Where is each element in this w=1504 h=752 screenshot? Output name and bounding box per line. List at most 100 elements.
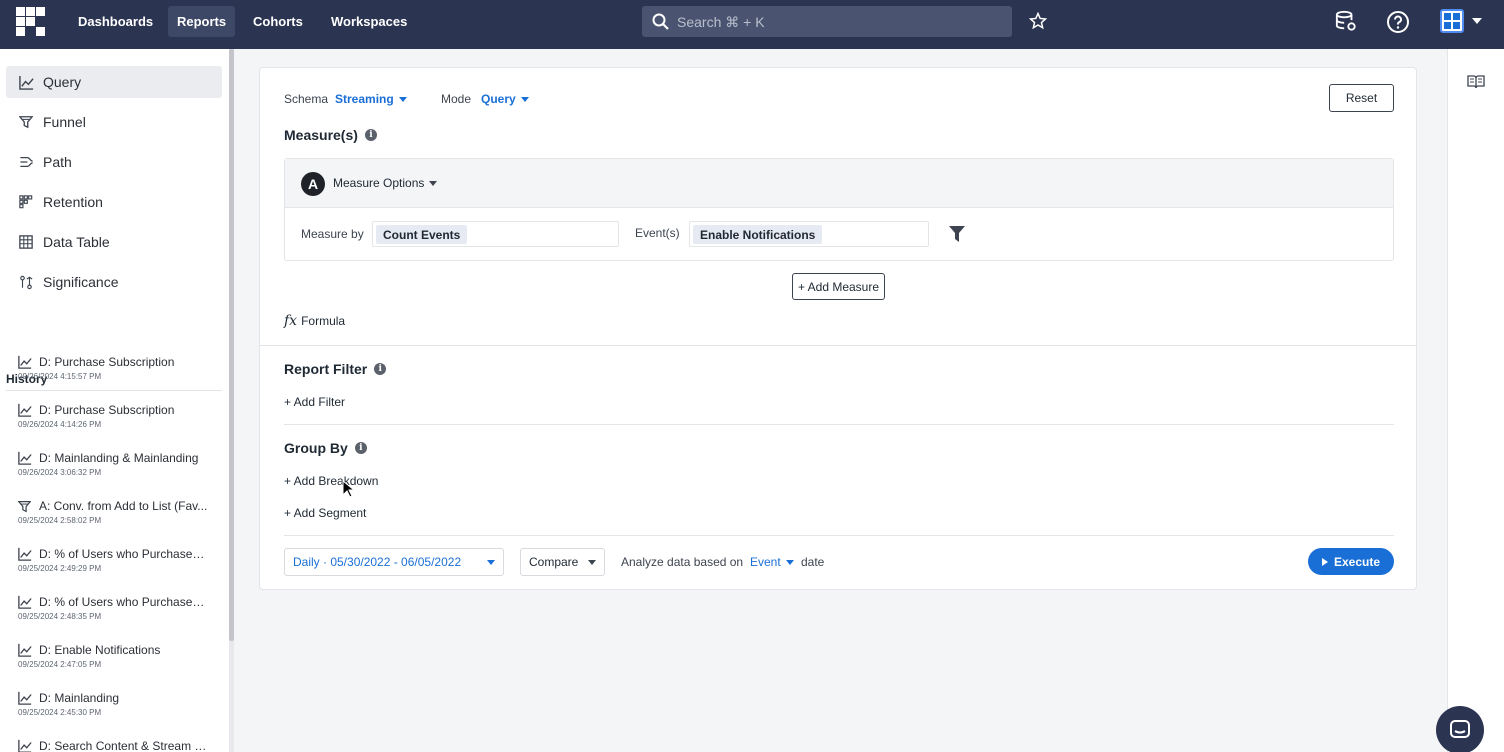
history-item-label: A: Conv. from Add to List (Fav... — [39, 499, 208, 513]
history-item-time: 09/26/2024 4:14:26 PM — [18, 420, 102, 429]
line-chart-icon — [18, 691, 32, 705]
history-item-time: 09/25/2024 2:49:29 PM — [18, 564, 102, 573]
event-chip[interactable]: Enable Notifications — [693, 225, 823, 244]
report-sidebar: Query Funnel Path Retention Data Table S… — [0, 49, 229, 752]
line-chart-icon — [18, 451, 32, 465]
report-filter-section-title: Report Filter i — [284, 361, 387, 377]
measure-options-dropdown[interactable]: Measure Options — [333, 176, 438, 190]
history-item-label: D: % of Users who Purchased ... — [39, 547, 211, 561]
sidebar-scrollbar[interactable] — [229, 49, 234, 752]
section-divider — [284, 535, 1394, 536]
history-item-time: 09/25/2024 2:48:35 PM — [18, 612, 102, 621]
chevron-down-icon — [487, 559, 495, 565]
history-item[interactable]: D: Purchase Subscription 09/26/2024 4:15… — [18, 355, 218, 381]
retention-icon — [18, 194, 34, 210]
schema-label: Schema — [284, 92, 329, 106]
analyze-basis-value: Event — [750, 555, 781, 569]
history-item[interactable]: D: % of Users who Purchased ... 09/25/20… — [18, 595, 218, 621]
chevron-down-icon — [785, 559, 794, 565]
scrollbar-thumb[interactable] — [229, 49, 234, 641]
filter-icon[interactable] — [949, 226, 965, 242]
execute-button[interactable]: Execute — [1308, 548, 1394, 575]
date-range-dropdown[interactable]: Daily · 05/30/2022 - 06/05/2022 — [284, 548, 504, 576]
chat-support-button[interactable] — [1436, 706, 1484, 752]
history-item-time: 09/25/2024 2:45:30 PM — [18, 708, 102, 717]
measure-header: A Measure Options — [285, 159, 1393, 208]
measure-by-chip[interactable]: Count Events — [376, 225, 468, 244]
sidebar-item-data-table[interactable]: Data Table — [6, 226, 222, 258]
info-icon[interactable]: i — [364, 129, 377, 141]
right-rail — [1447, 49, 1504, 752]
chevron-down-icon — [429, 180, 438, 186]
top-navbar: Dashboards Reports Cohorts Workspaces — [0, 0, 1504, 49]
add-breakdown-button[interactable]: + Add Breakdown — [284, 474, 378, 488]
book-icon[interactable] — [1467, 75, 1485, 89]
execute-label: Execute — [1333, 554, 1381, 569]
star-icon[interactable] — [1029, 12, 1047, 30]
measure-by-label: Measure by — [301, 227, 364, 241]
nav-cohorts[interactable]: Cohorts — [244, 6, 312, 37]
measures-section-title: Measure(s) i — [284, 127, 377, 143]
database-settings-icon[interactable] — [1335, 10, 1357, 32]
date-range-value: Daily · 05/30/2022 - 06/05/2022 — [293, 555, 462, 569]
info-icon[interactable]: i — [354, 442, 367, 454]
schema-value: Streaming — [335, 92, 394, 106]
group-by-section-title: Group By i — [284, 440, 367, 456]
history-item-time: 09/26/2024 3:06:32 PM — [18, 468, 102, 477]
search-input[interactable] — [677, 13, 997, 30]
line-chart-icon — [18, 74, 34, 90]
nav-dashboards[interactable]: Dashboards — [69, 6, 162, 37]
history-item-time: 09/25/2024 2:47:05 PM — [18, 660, 102, 669]
group-by-title: Group By — [284, 440, 348, 456]
measure-by-field[interactable]: Count Events — [372, 221, 619, 247]
chevron-down-icon[interactable] — [1472, 18, 1482, 24]
nav-reports[interactable]: Reports — [168, 6, 236, 37]
history-item[interactable]: D: Enable Notifications 09/25/2024 2:47:… — [18, 643, 218, 669]
history-item-time: 09/26/2024 4:15:57 PM — [18, 372, 102, 381]
add-segment-button[interactable]: + Add Segment — [284, 506, 366, 520]
funnel-icon — [18, 499, 32, 513]
sidebar-item-label: Funnel — [43, 114, 86, 130]
line-chart-icon — [18, 595, 32, 609]
compare-dropdown[interactable]: Compare — [520, 548, 605, 576]
history-item-label: D: Enable Notifications — [39, 643, 161, 657]
history-item-label: D: % of Users who Purchased ... — [39, 595, 211, 609]
events-field[interactable]: Enable Notifications — [689, 221, 929, 247]
sidebar-item-label: Retention — [43, 194, 103, 210]
section-divider — [284, 424, 1394, 425]
sidebar-item-funnel[interactable]: Funnel — [6, 106, 222, 138]
funnel-icon — [18, 114, 34, 130]
history-item[interactable]: D: Purchase Subscription 09/26/2024 4:14… — [18, 403, 218, 429]
history-item-label: D: Mainlanding — [39, 691, 120, 705]
sidebar-item-query[interactable]: Query — [6, 66, 222, 98]
info-icon[interactable]: i — [374, 363, 387, 375]
history-item-label: D: Purchase Subscription — [39, 355, 175, 369]
reset-button[interactable]: Reset — [1329, 84, 1394, 112]
mode-label: Mode — [441, 92, 472, 106]
history-item[interactable]: D: % of Users who Purchased ... 09/25/20… — [18, 547, 218, 573]
history-item[interactable]: D: Mainlanding 09/25/2024 2:45:30 PM — [18, 691, 218, 717]
sidebar-item-label: Data Table — [43, 234, 110, 250]
search-box[interactable] — [642, 6, 1012, 37]
sidebar-item-retention[interactable]: Retention — [6, 186, 222, 218]
history-item[interactable]: A: Conv. from Add to List (Fav... 09/25/… — [18, 499, 218, 525]
add-filter-button[interactable]: + Add Filter — [284, 395, 345, 409]
workspace-switcher-icon[interactable] — [1440, 9, 1464, 33]
help-icon[interactable] — [1386, 10, 1410, 34]
sidebar-item-path[interactable]: Path — [6, 146, 222, 178]
sidebar-item-label: Path — [43, 154, 72, 170]
schema-dropdown[interactable]: Streaming — [335, 92, 407, 106]
section-divider — [260, 345, 1416, 346]
history-item[interactable]: D: Mainlanding & Mainlanding 09/26/2024 … — [18, 451, 218, 477]
chat-icon — [1450, 720, 1470, 738]
app-logo-icon[interactable] — [16, 7, 45, 36]
line-chart-icon — [18, 355, 32, 369]
history-item[interactable]: D: Search Content & Stream C... — [18, 739, 218, 752]
sidebar-item-significance[interactable]: Significance — [6, 266, 222, 298]
analyze-basis-dropdown[interactable]: Event — [750, 555, 794, 569]
add-measure-button[interactable]: + Add Measure — [792, 273, 885, 300]
play-icon — [1321, 557, 1328, 566]
mode-dropdown[interactable]: Query — [481, 92, 529, 106]
nav-workspaces[interactable]: Workspaces — [322, 6, 416, 37]
formula-button[interactable]: fx Formula — [284, 313, 345, 329]
